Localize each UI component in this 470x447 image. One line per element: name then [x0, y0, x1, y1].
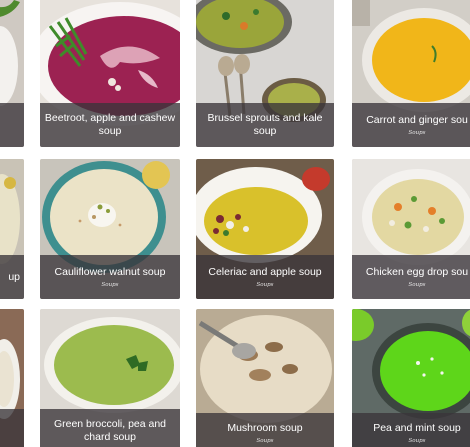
- recipe-card[interactable]: Carrot and ginger sou Soups: [352, 0, 470, 147]
- recipe-title: Celeriac and apple soup: [208, 265, 322, 278]
- recipe-card[interactable]: Mushroom soup Soups: [196, 309, 334, 447]
- recipe-title: Mushroom soup: [227, 421, 303, 434]
- recipe-category: Soups: [408, 437, 426, 444]
- recipe-category: Soups: [256, 281, 274, 288]
- recipe-caption: Beetroot, apple and cashew soup: [40, 103, 180, 147]
- recipe-caption: Pea and mint soup Soups: [352, 413, 470, 447]
- recipe-card[interactable]: Green broccoli, pea and chard soup: [40, 309, 180, 447]
- recipe-caption: Green broccoli, pea and chard soup: [40, 409, 180, 447]
- recipe-card-partial[interactable]: [0, 309, 24, 447]
- recipe-card[interactable]: Cauliflower walnut soup Soups: [40, 159, 180, 299]
- recipe-category: Soups: [256, 437, 274, 444]
- recipe-title: Brussel sprouts and kale soup: [207, 112, 323, 137]
- recipe-title-fragment: up: [8, 270, 20, 283]
- recipe-category: Soups: [408, 281, 426, 288]
- recipe-card[interactable]: Beetroot, apple and cashew soup: [40, 0, 180, 147]
- recipe-title: Chicken egg drop sou: [365, 265, 469, 278]
- recipe-card-partial[interactable]: [0, 0, 24, 147]
- recipe-caption: Brussel sprouts and kale soup: [196, 103, 334, 147]
- recipe-card[interactable]: Brussel sprouts and kale soup: [196, 0, 334, 147]
- recipe-caption: [0, 409, 24, 447]
- recipe-title: Pea and mint soup: [373, 421, 461, 434]
- recipe-grid: up Beetroot, apple and cashew soup Bruss…: [0, 0, 470, 447]
- recipe-card[interactable]: Celeriac and apple soup Soups: [196, 159, 334, 299]
- recipe-title: Cauliflower walnut soup: [54, 265, 166, 278]
- recipe-caption: up: [0, 255, 24, 299]
- recipe-caption: Carrot and ginger sou Soups: [352, 103, 470, 147]
- recipe-category: Soups: [101, 281, 119, 288]
- recipe-title: Beetroot, apple and cashew soup: [44, 112, 176, 137]
- recipe-title: Carrot and ginger sou: [366, 113, 468, 126]
- recipe-caption: [0, 103, 24, 147]
- recipe-card[interactable]: Chicken egg drop sou Soups: [352, 159, 470, 299]
- recipe-caption: Chicken egg drop sou Soups: [352, 255, 470, 299]
- recipe-title: Green broccoli, pea and chard soup: [53, 418, 167, 443]
- recipe-caption: Mushroom soup Soups: [196, 413, 334, 447]
- recipe-card-partial[interactable]: up: [0, 159, 24, 299]
- recipe-category: Soups: [408, 129, 426, 136]
- recipe-caption: Cauliflower walnut soup Soups: [40, 255, 180, 299]
- recipe-card[interactable]: Pea and mint soup Soups: [352, 309, 470, 447]
- recipe-caption: Celeriac and apple soup Soups: [196, 255, 334, 299]
